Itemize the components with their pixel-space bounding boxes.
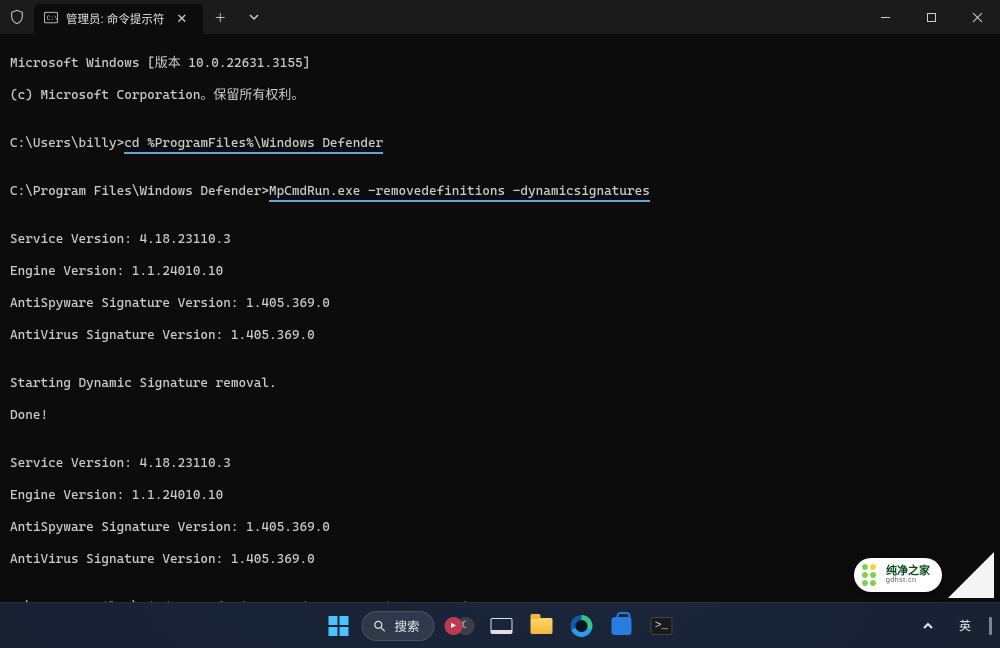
output-line: Starting Dynamic Signature removal.	[10, 376, 990, 392]
command-text: cd %ProgramFiles%\Windows Defender	[124, 136, 383, 154]
output-line: (c) Microsoft Corporation。保留所有权利。	[10, 88, 990, 104]
ime-indicator[interactable]: 英	[953, 613, 977, 638]
cmd-icon: C:\	[44, 11, 58, 28]
terminal-icon: >_	[651, 617, 673, 635]
file-explorer-button[interactable]	[525, 609, 559, 643]
output-line: AntiVirus Signature Version: 1.405.369.0	[10, 328, 990, 344]
titlebar[interactable]: C:\ 管理员: 命令提示符 ✕ ＋	[0, 0, 1000, 34]
show-desktop-button[interactable]	[989, 617, 992, 635]
watermark-badge: 纯净之家 gdhst.cn	[854, 558, 942, 592]
output-line: Service Version: 4.18.23110.3	[10, 456, 990, 472]
tab-close-button[interactable]: ✕	[172, 9, 191, 29]
output-line: Engine Version: 1.1.24010.10	[10, 488, 990, 504]
taskbar[interactable]: 搜索 ▸☾ >_ 英	[0, 602, 1000, 648]
watermark-corner	[948, 552, 994, 598]
taskbar-search[interactable]: 搜索	[361, 611, 434, 641]
terminal-taskbar-button[interactable]: >_	[645, 609, 679, 643]
output-line: AntiVirus Signature Version: 1.405.369.0	[10, 552, 990, 568]
terminal-output[interactable]: Microsoft Windows [版本 10.0.22631.3155] (…	[0, 34, 1000, 602]
folder-icon	[531, 618, 553, 634]
command-text: MpCmdRun.exe -removedefinitions -dynamic…	[269, 184, 650, 202]
edge-icon	[571, 615, 593, 637]
watermark: 纯净之家 gdhst.cn	[854, 552, 994, 598]
store-icon	[612, 617, 632, 635]
search-label: 搜索	[394, 616, 419, 635]
watermark-title: 纯净之家	[886, 566, 930, 577]
task-view-icon	[491, 618, 513, 634]
output-line: Microsoft Windows [版本 10.0.22631.3155]	[10, 56, 990, 72]
search-icon	[372, 619, 386, 633]
widgets-button[interactable]: ▸☾	[441, 609, 479, 643]
watermark-url: gdhst.cn	[886, 577, 930, 584]
output-line: Engine Version: 1.1.24010.10	[10, 264, 990, 280]
tray-overflow-button[interactable]	[911, 609, 945, 643]
minimize-button[interactable]	[862, 0, 908, 34]
output-line: AntiSpyware Signature Version: 1.405.369…	[10, 296, 990, 312]
new-tab-button[interactable]: ＋	[203, 0, 237, 34]
task-view-button[interactable]	[485, 609, 519, 643]
prompt-line: C:\Program Files\Windows Defender>MpCmdR…	[10, 184, 990, 200]
widgets-icon: ▸☾	[445, 617, 475, 635]
windows-logo-icon	[328, 616, 348, 636]
output-line: AntiSpyware Signature Version: 1.405.369…	[10, 520, 990, 536]
close-window-button[interactable]	[954, 0, 1000, 34]
prompt-line: C:\Users\billy>cd %ProgramFiles%\Windows…	[10, 136, 990, 152]
output-line: Done!	[10, 408, 990, 424]
edge-button[interactable]	[565, 609, 599, 643]
store-button[interactable]	[605, 609, 639, 643]
svg-text:C:\: C:\	[47, 14, 58, 21]
output-line: Service Version: 4.18.23110.3	[10, 232, 990, 248]
tab-dropdown-button[interactable]	[237, 0, 271, 34]
shield-icon	[0, 0, 34, 34]
maximize-button[interactable]	[908, 0, 954, 34]
terminal-window: C:\ 管理员: 命令提示符 ✕ ＋ Microsoft Windows [版本…	[0, 0, 1000, 602]
tab-cmd[interactable]: C:\ 管理员: 命令提示符 ✕	[34, 4, 203, 34]
chevron-up-icon	[922, 620, 934, 632]
start-button[interactable]	[321, 609, 355, 643]
tab-title: 管理员: 命令提示符	[66, 11, 164, 27]
